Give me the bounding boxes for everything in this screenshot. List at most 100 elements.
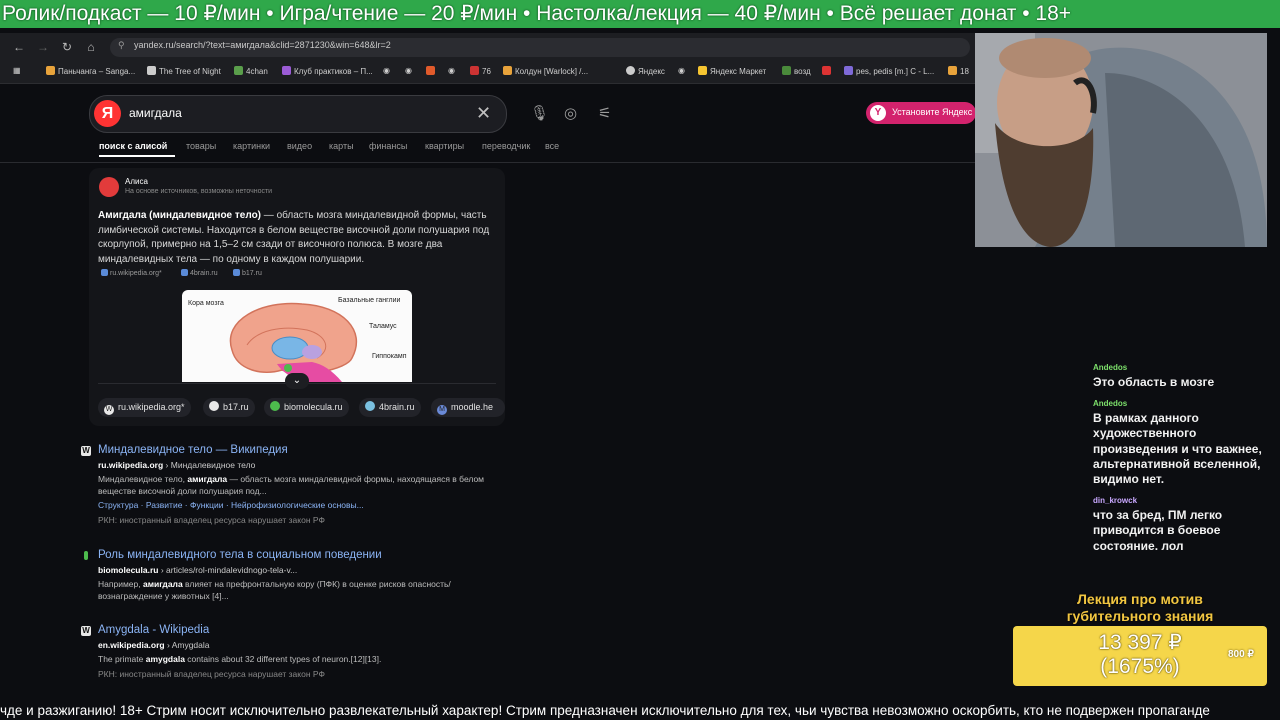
streamer-video: [975, 33, 1267, 247]
bookmark-icon[interactable]: [426, 66, 438, 76]
source-label: b17.ru: [242, 270, 262, 277]
bookmark-item[interactable]: 76: [470, 66, 491, 76]
result-title[interactable]: Миндалевидное тело — Википедия: [98, 444, 288, 456]
bookmark-item[interactable]: The Tree of Night: [147, 66, 221, 76]
brain-diagram-image[interactable]: Кора мозга Базальные ганглии Таламус Гип…: [182, 290, 412, 382]
divider: [0, 162, 975, 163]
bookmark-icon[interactable]: [822, 66, 834, 76]
chip-label: biomolecula.ru: [284, 402, 343, 412]
home-icon[interactable]: ⌂: [82, 38, 100, 56]
clear-icon[interactable]: ✕: [476, 103, 491, 124]
source-chip[interactable]: Wru.wikipedia.org*: [98, 398, 191, 417]
tab-alice-search[interactable]: поиск с алисой: [99, 141, 167, 151]
bookmark-label: Яндекс: [638, 67, 665, 76]
apps-grid-icon[interactable]: ▦: [13, 66, 21, 75]
site-icon: [270, 401, 280, 411]
camera-icon[interactable]: ◎: [564, 104, 577, 122]
snippet-text: The primate: [98, 654, 146, 664]
yandex-browser-icon: Y: [870, 105, 886, 121]
result-url[interactable]: biomolecula.ru › articles/rol-mindalevid…: [98, 565, 297, 575]
bookmark-item[interactable]: 4chan: [234, 66, 268, 76]
label-basal-ganglia: Базальные ганглии: [338, 297, 401, 304]
result-url[interactable]: ru.wikipedia.org › Миндалевидное тело: [98, 460, 255, 470]
wikipedia-icon: [101, 269, 108, 276]
result-snippet: Миндалевидное тело, амигдала — область м…: [98, 473, 498, 497]
source-link[interactable]: 4brain.ru: [181, 269, 218, 277]
bookmark-item[interactable]: pes, pedis [m.] C - L...: [844, 66, 934, 76]
snippet-text: Миндалевидное тело,: [98, 474, 188, 484]
site-settings-icon[interactable]: ⚲: [118, 40, 125, 51]
snippet-text: Например,: [98, 579, 143, 589]
bookmark-item[interactable]: 18: [948, 66, 969, 76]
bookmark-label: Паньчанга – Sanga...: [58, 67, 136, 76]
source-chip[interactable]: biomolecula.ru: [264, 398, 349, 417]
tab-goods[interactable]: товары: [186, 141, 216, 151]
source-chip[interactable]: Mmoodle.he: [431, 398, 505, 417]
answer-term: Амигдала (миндалевидное тело): [98, 210, 262, 221]
result-path: › Миндалевидное тело: [163, 460, 256, 470]
back-icon[interactable]: ←: [10, 38, 28, 56]
globe-icon[interactable]: ◉: [405, 66, 412, 75]
bookmark-label: 76: [482, 67, 491, 76]
chip-label: ru.wikipedia.org*: [118, 402, 185, 412]
bookmark-label: Колдун [Warlock] /...: [515, 67, 589, 76]
tab-finance[interactable]: финансы: [369, 141, 407, 151]
chat-message: что за бред, ПМ легко приводится в боево…: [1093, 508, 1223, 552]
tab-realty[interactable]: квартиры: [425, 141, 464, 151]
result-path: › articles/rol-mindalevidnogo-tela-v...: [158, 565, 298, 575]
globe-icon[interactable]: ◉: [678, 66, 685, 75]
bookmark-label: Клуб практиков – П...: [294, 67, 373, 76]
tab-maps[interactable]: карты: [329, 141, 354, 151]
alice-avatar-icon: [99, 177, 119, 197]
snippet-highlight: amygdala: [145, 654, 185, 664]
source-link[interactable]: b17.ru: [233, 269, 262, 277]
filter-settings-icon[interactable]: ⚟: [598, 104, 611, 122]
tab-translator[interactable]: переводчик: [482, 141, 530, 151]
source-chip[interactable]: b17.ru: [203, 398, 255, 417]
search-input[interactable]: амигдала: [129, 106, 182, 120]
biomolecula-icon: [84, 551, 88, 560]
result-title[interactable]: Amygdala - Wikipedia: [98, 624, 209, 636]
chip-label: b17.ru: [223, 402, 249, 412]
tab-video[interactable]: видео: [287, 141, 312, 151]
result-warning: РКН: иностранный владелец ресурса наруша…: [98, 669, 325, 679]
donation-goal-target: 800 ₽: [1228, 649, 1254, 660]
bookmark-item[interactable]: Паньчанга – Sanga...: [46, 66, 135, 76]
forward-icon[interactable]: →: [34, 38, 52, 56]
alice-disclaimer: На основе источников, возможны неточност…: [125, 188, 273, 195]
source-label: ru.wikipedia.org*: [110, 270, 162, 277]
reload-icon[interactable]: ↻: [58, 38, 76, 56]
label-hippocampus: Гиппокамп: [372, 353, 407, 360]
source-chip[interactable]: 4brain.ru: [359, 398, 421, 417]
result-path: › Amygdala: [164, 640, 210, 650]
wikipedia-icon: W: [81, 626, 91, 636]
source-link[interactable]: ru.wikipedia.org*: [101, 269, 162, 277]
bookmark-item[interactable]: Клуб практиков – П...: [282, 66, 373, 76]
tab-images[interactable]: картинки: [233, 141, 270, 151]
label-thalamus: Таламус: [369, 323, 397, 330]
globe-icon[interactable]: ◉: [448, 66, 455, 75]
chevron-down-icon[interactable]: ⌄: [285, 373, 309, 389]
snippet-highlight: амигдала: [187, 474, 228, 484]
bookmark-label: возд: [794, 67, 811, 76]
result-title[interactable]: Роль миндалевидного тела в социальном по…: [98, 549, 382, 561]
bookmark-item[interactable]: возд: [782, 66, 811, 76]
yandex-logo-icon[interactable]: Я: [94, 100, 121, 127]
chat-username: Andedos: [1093, 399, 1128, 408]
tab-all[interactable]: все: [545, 141, 559, 151]
globe-icon[interactable]: ◉: [383, 66, 390, 75]
bookmark-item[interactable]: Яндекс: [626, 66, 665, 76]
chat-username: din_krowck: [1093, 496, 1138, 505]
result-warning: РКН: иностранный владелец ресурса наруша…: [98, 515, 325, 525]
wikipedia-icon: W: [81, 446, 91, 456]
microphone-icon[interactable]: 🎙︎: [530, 104, 549, 122]
bookmark-item[interactable]: Яндекс Маркет: [698, 66, 766, 76]
install-browser-label: Установите Яндекс: [892, 107, 973, 117]
chip-label: moodle.he: [451, 402, 494, 412]
result-sitelinks[interactable]: Структура · Развитие · Функции · Нейрофи…: [98, 500, 364, 510]
webcam-overlay: [975, 33, 1267, 247]
result-url[interactable]: en.wikipedia.org › Amygdala: [98, 640, 210, 650]
bookmark-item[interactable]: Колдун [Warlock] /...: [503, 66, 588, 76]
chat-message: В рамках данного художественного произве…: [1093, 411, 1262, 487]
chat-message: Это область в мозге: [1093, 375, 1215, 389]
